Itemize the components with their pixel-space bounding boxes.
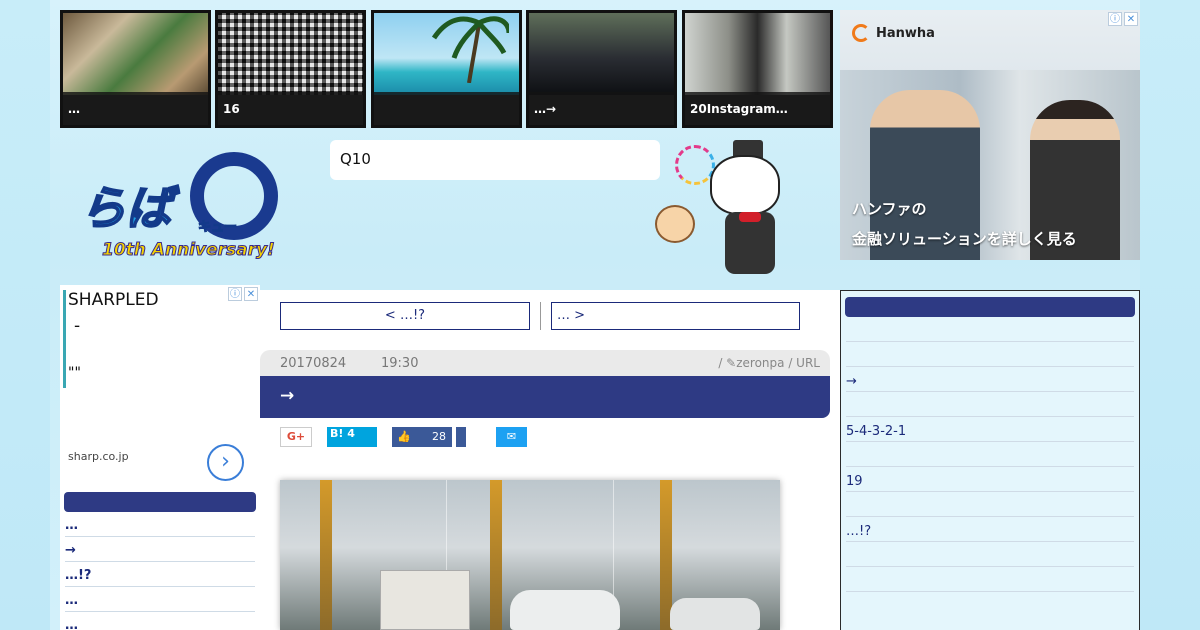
- ad-line-1: SHARPLED: [68, 290, 159, 310]
- logo-anniversary: 10th Anniversary!: [102, 240, 276, 261]
- food-photo: [63, 13, 208, 95]
- fitness-photo: [685, 13, 830, 95]
- facebook-share-tail[interactable]: [456, 427, 466, 447]
- ad-headline-1: ハンファの: [852, 200, 927, 218]
- next-post-button[interactable]: … >: [551, 302, 800, 330]
- hatena-bookmark-button[interactable]: B! 4: [327, 427, 377, 447]
- sidebar-link[interactable]: [846, 392, 1134, 417]
- sidebar-link[interactable]: [846, 342, 1134, 367]
- sidebar-item[interactable]: …: [65, 612, 255, 630]
- confetti-icon: [675, 145, 715, 185]
- sidebar-link[interactable]: [846, 317, 1134, 342]
- sidebar-link[interactable]: …!?: [846, 517, 1134, 542]
- hamster-icon: [655, 205, 695, 243]
- pattern-photo: [218, 13, 363, 95]
- search-box[interactable]: Q10: [330, 140, 660, 180]
- thumbnail-caption: …→: [529, 92, 674, 125]
- site-logo[interactable]: らば キュー 10th Anniversary!: [79, 150, 305, 270]
- sidebar-link[interactable]: [846, 442, 1134, 467]
- thumbs-up-icon: 👍: [397, 430, 411, 443]
- facebook-like-button[interactable]: 👍 28: [392, 427, 452, 447]
- post-time: 19:30: [381, 356, 419, 371]
- sidebar-link[interactable]: →: [846, 367, 1134, 392]
- ad-info-icon[interactable]: ⓘ: [1108, 12, 1122, 26]
- left-sidebar-ad[interactable]: SHARPLED - "" sharp.co.jp › ⓘ ✕: [60, 285, 260, 490]
- sidebar-link[interactable]: [846, 542, 1134, 567]
- ad-controls: ⓘ ✕: [228, 287, 258, 301]
- thumbnail-caption: 20Instagram…: [685, 92, 830, 125]
- nav-divider: [540, 302, 541, 330]
- left-sidebar-menu: … → …!? … …: [60, 490, 260, 630]
- sidebar-heading: [64, 492, 256, 512]
- chevron-right-icon[interactable]: ›: [207, 444, 244, 481]
- ad-line-3: "": [68, 365, 81, 381]
- palm-beach-photo: [374, 13, 519, 95]
- ad-brand: Hanwha: [852, 24, 935, 42]
- thumbnail-5[interactable]: 20Instagram…: [682, 10, 833, 128]
- page-bg-left: [0, 0, 50, 630]
- hanwha-logo-icon: [852, 24, 870, 42]
- sidebar-link[interactable]: [846, 492, 1134, 517]
- twitter-bird-icon: ✉: [506, 430, 517, 443]
- ad-close-icon[interactable]: ✕: [1124, 12, 1138, 26]
- sidebar-link[interactable]: 19: [846, 467, 1134, 492]
- main-content: < …!? … > 20170824 19:30 / ✎zeronpa / UR…: [260, 290, 840, 630]
- thumbnail-caption: 16: [218, 92, 363, 125]
- article-photo: [280, 480, 780, 630]
- twitter-share-button[interactable]: ✉: [496, 427, 527, 447]
- sidebar-item[interactable]: →: [65, 537, 255, 562]
- right-sidebar: → 5-4-3-2-1 19 …!?: [840, 290, 1140, 630]
- thumbnail-3[interactable]: [371, 10, 522, 128]
- featured-thumbnails: … 16 …→ 20Instagram…: [60, 10, 835, 128]
- logo-kyu: キュー: [197, 220, 238, 236]
- ad-close-icon[interactable]: ✕: [244, 287, 258, 301]
- sidebar-heading: [845, 297, 1135, 317]
- thumbnail-caption: …: [63, 92, 208, 125]
- sidebar-item[interactable]: …!?: [65, 562, 255, 587]
- thumbnail-caption: [374, 92, 519, 125]
- mascot-illustration: [655, 130, 815, 290]
- thumbnail-1[interactable]: …: [60, 10, 211, 128]
- ad-headline-2: 金融ソリューションを詳しく見る: [852, 230, 1077, 248]
- prev-post-button[interactable]: < …!?: [280, 302, 530, 330]
- like-count: 28: [432, 430, 446, 443]
- sidebar-item[interactable]: …: [65, 512, 255, 537]
- ad-line-2: -: [74, 316, 81, 336]
- cat-mascot-icon: [710, 155, 780, 215]
- sidebar-item[interactable]: …: [65, 587, 255, 612]
- gplus-share-button[interactable]: G+: [280, 427, 312, 447]
- post-meta-bar: 20170824 19:30 / ✎zeronpa / URL: [260, 350, 830, 376]
- top-banner-ad[interactable]: Hanwha ハンファの 金融ソリューションを詳しく見る ⓘ ✕: [840, 10, 1140, 260]
- sidebar-link[interactable]: [846, 567, 1134, 592]
- logo-text: らば: [79, 180, 173, 236]
- post-date: 20170824: [280, 356, 347, 371]
- post-author-meta[interactable]: / ✎zeronpa / URL: [718, 356, 820, 370]
- ad-domain: sharp.co.jp: [68, 450, 129, 463]
- car-photo: [529, 13, 674, 95]
- ad-controls: ⓘ ✕: [1108, 12, 1138, 26]
- thumbnail-2[interactable]: 16: [215, 10, 366, 128]
- page-bg-right: [1140, 0, 1200, 630]
- ad-info-icon[interactable]: ⓘ: [228, 287, 242, 301]
- sidebar-link[interactable]: 5-4-3-2-1: [846, 417, 1134, 442]
- post-title: →: [260, 376, 830, 418]
- thumbnail-4[interactable]: …→: [526, 10, 677, 128]
